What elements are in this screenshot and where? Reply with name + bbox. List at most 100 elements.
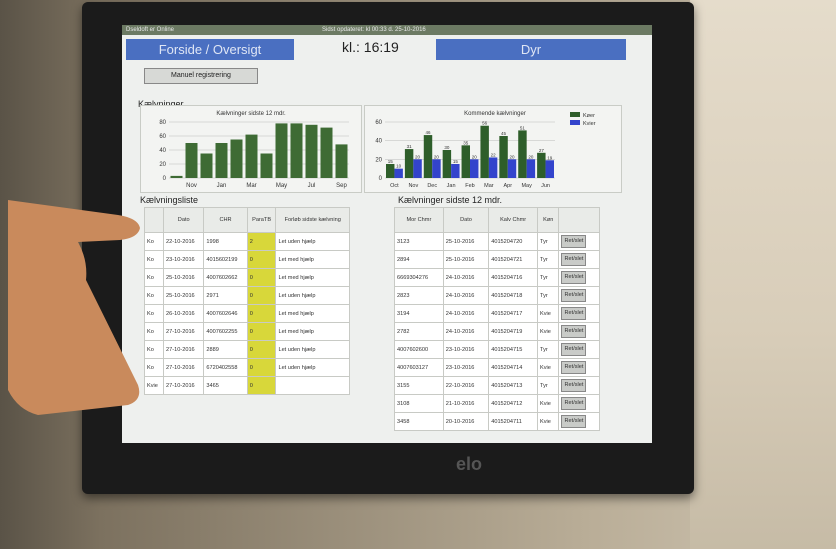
chart1-xtick: Jul — [308, 183, 316, 189]
table-cell: Let med hjælp — [275, 268, 350, 287]
table-cell: Ret/slet — [558, 340, 600, 359]
table-cell: 0 — [246, 358, 277, 377]
chart2-xtick: Jan — [447, 183, 456, 189]
table-cell: 4015204717 — [488, 304, 539, 323]
table-row[interactable]: 3108 21-10-2016 4015204712 Kvie Ret/slet — [394, 394, 600, 413]
table-row[interactable]: 2894 25-10-2016 4015204721 Tyr Ret/slet — [394, 250, 600, 269]
edit-delete-button[interactable]: Ret/slet — [561, 343, 587, 356]
table-cell: 25-10-2016 — [163, 268, 205, 287]
chart2-data-label: 20 — [509, 154, 515, 159]
table-row[interactable]: 3458 20-10-2016 4015204711 Kvie Ret/slet — [394, 412, 600, 431]
table-cell: 24-10-2016 — [442, 322, 490, 341]
table-cell: Ret/slet — [558, 268, 600, 287]
column-header[interactable]: ParaTB — [246, 207, 277, 233]
tab-dyr[interactable]: Dyr — [436, 39, 626, 60]
table-row[interactable]: 2782 24-10-2016 4015204719 Kvie Ret/slet — [394, 322, 600, 341]
column-header[interactable]: Dato — [442, 207, 490, 233]
table-row[interactable]: Ko 27-10-2016 2889 0 Let uden hjælp — [143, 340, 350, 359]
edit-delete-button[interactable]: Ret/slet — [561, 415, 587, 428]
elo-logo: elo — [455, 454, 482, 474]
chart2-data-label: 10 — [396, 164, 402, 169]
chart1-ytick: 0 — [163, 176, 167, 182]
edit-delete-button[interactable]: Ret/slet — [561, 307, 587, 320]
edit-delete-button[interactable]: Ret/slet — [561, 361, 587, 374]
table-cell: Let uden hjælp — [275, 232, 350, 251]
chart1-ytick: 60 — [159, 134, 166, 140]
chart2-bar — [461, 145, 470, 178]
edit-delete-button[interactable]: Ret/slet — [561, 235, 587, 248]
table-row[interactable]: 3194 24-10-2016 4015204717 Kvie Ret/slet — [394, 304, 600, 323]
chart2-ytick: 60 — [375, 120, 382, 126]
chart1-ytick: 40 — [159, 148, 166, 154]
chart2-data-label: 20 — [472, 154, 478, 159]
edit-delete-button[interactable]: Ret/slet — [561, 379, 587, 392]
hand-shape — [8, 200, 140, 415]
column-header[interactable]: Kalv Chmr — [488, 207, 539, 233]
table-row[interactable]: 3155 22-10-2016 4015204713 Tyr Ret/slet — [394, 376, 600, 395]
manual-registration-button[interactable]: Manuel registrering — [144, 68, 258, 84]
table-row[interactable]: Ko 25-10-2016 4007602662 0 Let med hjælp — [143, 268, 350, 287]
table-cell: 22-10-2016 — [163, 232, 205, 251]
chart2-xtick: Mar — [484, 183, 494, 189]
edit-delete-button[interactable]: Ret/slet — [561, 289, 587, 302]
table-row[interactable]: Ko 26-10-2016 4007602646 0 Let med hjælp — [143, 304, 350, 323]
table-row[interactable]: Ko 22-10-2016 1998 2 Let uden hjælp — [143, 232, 350, 251]
wall-right — [690, 0, 836, 549]
table-cell: 4015204712 — [488, 394, 539, 413]
chart1-bar — [320, 127, 333, 178]
chart2-xtick: Feb — [465, 183, 474, 189]
table-row[interactable]: Ko 27-10-2016 6720402558 0 Let uden hjælp — [143, 358, 350, 377]
table-cell: Tyr — [537, 286, 560, 305]
edit-delete-button[interactable]: Ret/slet — [561, 397, 587, 410]
column-header[interactable]: Mor Chmr — [394, 207, 444, 233]
table-row[interactable]: Ko 25-10-2016 2971 0 Let uden hjælp — [143, 286, 350, 305]
edit-delete-button[interactable]: Ret/slet — [561, 325, 587, 338]
chart2-title: Kommende kælvninger — [464, 111, 526, 117]
edit-delete-button[interactable]: Ret/slet — [561, 271, 587, 284]
table-cell: Kvie — [537, 394, 560, 413]
chart1-bar — [335, 144, 348, 178]
table-cell: 4015204711 — [488, 412, 539, 431]
table-cell: 4007602646 — [203, 304, 248, 323]
table-row[interactable]: 2823 24-10-2016 4015204718 Tyr Ret/slet — [394, 286, 600, 305]
section-sidste12: Kælvninger sidste 12 mdr. — [398, 195, 503, 205]
status-online: Dseldoft er Online — [126, 27, 175, 33]
chart2-legend-label: Køer — [583, 113, 595, 119]
column-header[interactable]: Køn — [537, 207, 560, 233]
chart2-data-label: 56 — [482, 121, 488, 126]
pointing-hand — [8, 200, 140, 415]
table-row[interactable]: 4007603127 23-10-2016 4015204714 Kvie Ret/sl… — [394, 358, 600, 377]
table-cell: 26-10-2016 — [163, 304, 205, 323]
chart2-data-label: 45 — [501, 131, 507, 136]
column-header[interactable]: CHR — [203, 207, 248, 233]
chart2-data-label: 30 — [444, 145, 450, 150]
sidste12-table: Mor Chmr Dato Kalv Chmr Køn 3123 25-10-2016 40… — [394, 207, 600, 431]
chart-right-box: Kommende kælvninger 0 20 40 60 15 10 Oct 31 20 Nov… — [364, 105, 622, 193]
table-row[interactable]: Ko 23-10-2016 4015602199 0 Let med hjælp — [143, 250, 350, 269]
column-header[interactable]: Forløb sidste kælvning — [275, 207, 350, 233]
tab-forside[interactable]: Forside / Oversigt — [126, 39, 294, 60]
table-cell: 6669304276 — [394, 268, 444, 287]
table-cell: 3458 — [394, 412, 444, 431]
table-cell: 4015204720 — [488, 232, 539, 251]
table-row[interactable]: 6669304276 24-10-2016 4015204716 Tyr Ret/sle… — [394, 268, 600, 287]
chart2-bar — [442, 150, 452, 178]
table-cell: 3194 — [394, 304, 444, 323]
table-cell: 4007603127 — [394, 358, 444, 377]
table-cell: 4015204715 — [488, 340, 539, 359]
chart1-bar — [290, 123, 303, 178]
chart2-bar — [394, 168, 403, 178]
chart2-bar — [404, 149, 414, 178]
table-row[interactable]: Ko 27-10-2016 4007602255 0 Let med hjælp — [143, 322, 350, 341]
table-row[interactable]: 4007602600 23-10-2016 4015204715 Tyr Ret/sle… — [394, 340, 600, 359]
table-cell: Let med hjælp — [275, 250, 350, 269]
table-cell: 21-10-2016 — [442, 394, 490, 413]
table-cell: Ret/slet — [558, 412, 600, 431]
table-row[interactable]: 3123 25-10-2016 4015204720 Tyr Ret/slet — [394, 232, 600, 251]
column-header[interactable] — [558, 207, 600, 233]
column-header[interactable]: Dato — [163, 207, 205, 233]
table-cell: 20-10-2016 — [442, 412, 490, 431]
edit-delete-button[interactable]: Ret/slet — [561, 253, 587, 266]
table-row[interactable]: Kvie 27-10-2016 3465 0 — [143, 376, 350, 395]
table-cell: 3155 — [394, 376, 444, 395]
